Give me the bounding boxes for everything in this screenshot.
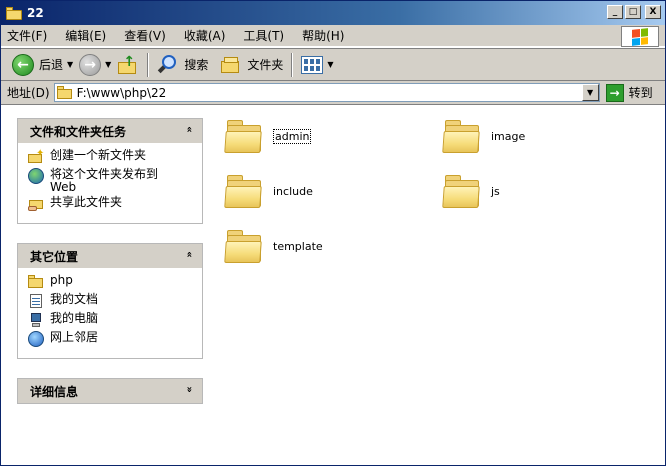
folder-icon bbox=[442, 173, 481, 209]
up-button[interactable]: ↑ bbox=[114, 52, 142, 78]
search-label: 搜索 bbox=[184, 58, 209, 72]
menu-file[interactable]: 文件(F) bbox=[7, 27, 47, 44]
other-places-header[interactable]: 其它位置 « bbox=[18, 244, 202, 268]
folder-item[interactable]: js bbox=[442, 173, 500, 209]
back-dropdown-icon[interactable]: ▼ bbox=[67, 60, 73, 69]
forward-dropdown-icon[interactable]: ▼ bbox=[105, 60, 111, 69]
title-bar[interactable]: 22 _ □ X bbox=[1, 1, 665, 25]
task-publish-web[interactable]: 将这个文件夹发布到 Web bbox=[28, 168, 202, 196]
network-places-icon bbox=[28, 331, 44, 347]
folder-up-icon: ↑ bbox=[117, 54, 139, 76]
menu-tools[interactable]: 工具(T) bbox=[243, 27, 284, 44]
folder-item[interactable]: template bbox=[224, 228, 323, 264]
folders-button[interactable]: 文件夹 bbox=[217, 52, 286, 78]
search-button[interactable]: 搜索 bbox=[154, 52, 211, 78]
details-panel: 详细信息 » bbox=[17, 378, 203, 404]
explorer-window: 22 _ □ X 文件(F) 编辑(E) 查看(V) 收藏(A) 工具(T) 帮… bbox=[0, 0, 666, 466]
views-button[interactable]: ▼ bbox=[298, 52, 336, 78]
menu-help[interactable]: 帮助(H) bbox=[302, 27, 344, 44]
go-arrow-icon: → bbox=[605, 83, 624, 102]
windows-logo bbox=[621, 26, 659, 47]
details-header[interactable]: 详细信息 » bbox=[18, 379, 202, 403]
file-tasks-list: ✦ 创建一个新文件夹 将这个文件夹发布到 Web 共享此文件夹 bbox=[18, 143, 202, 223]
collapse-icon[interactable]: « bbox=[183, 126, 194, 132]
back-button[interactable]: ← 后退 ▼ bbox=[9, 52, 76, 78]
place-network[interactable]: 网上邻居 bbox=[28, 331, 202, 350]
address-label: 地址(D) bbox=[7, 86, 50, 100]
address-bar: 地址(D) F:\www\php\22 ▼ → 转到 bbox=[1, 81, 665, 105]
folder-icon bbox=[442, 118, 481, 154]
place-label: 我的电脑 bbox=[50, 311, 99, 325]
toolbar-separator bbox=[291, 52, 294, 77]
windows-flag-icon bbox=[632, 27, 648, 46]
maximize-button[interactable]: □ bbox=[625, 5, 641, 19]
other-places-title: 其它位置 bbox=[30, 249, 79, 264]
forward-arrow-icon: → bbox=[79, 53, 102, 76]
place-label: 网上邻居 bbox=[50, 330, 99, 344]
folder-icon bbox=[6, 6, 22, 20]
toolbar-separator bbox=[147, 52, 150, 77]
task-pane: 文件和文件夹任务 « ✦ 创建一个新文件夹 将这个文件夹发布到 Web 共享此文… bbox=[1, 106, 213, 465]
share-folder-icon bbox=[28, 196, 44, 212]
views-dropdown-icon[interactable]: ▼ bbox=[327, 60, 333, 69]
folder-icon bbox=[224, 118, 263, 154]
back-arrow-icon: ← bbox=[12, 53, 34, 76]
place-my-documents[interactable]: 我的文档 bbox=[28, 293, 202, 312]
place-label: 我的文档 bbox=[50, 292, 99, 306]
window-controls: _ □ X bbox=[607, 5, 661, 19]
folder-label: include bbox=[273, 184, 313, 198]
publish-web-icon bbox=[28, 168, 44, 184]
go-button[interactable]: → 转到 bbox=[605, 83, 653, 102]
folder-label: admin bbox=[273, 128, 312, 144]
file-tasks-panel: 文件和文件夹任务 « ✦ 创建一个新文件夹 将这个文件夹发布到 Web 共享此文… bbox=[17, 118, 203, 224]
folder-item[interactable]: image bbox=[442, 118, 526, 154]
window-title: 22 bbox=[27, 6, 44, 20]
search-icon bbox=[157, 54, 179, 76]
my-computer-icon bbox=[28, 312, 44, 328]
place-my-computer[interactable]: 我的电脑 bbox=[28, 312, 202, 331]
close-button[interactable]: X bbox=[645, 5, 661, 19]
my-documents-icon bbox=[28, 293, 44, 309]
menu-edit[interactable]: 编辑(E) bbox=[65, 27, 106, 44]
file-tasks-title: 文件和文件夹任务 bbox=[30, 124, 127, 139]
new-folder-icon: ✦ bbox=[28, 148, 44, 165]
details-title: 详细信息 bbox=[30, 384, 79, 399]
menu-view[interactable]: 查看(V) bbox=[124, 27, 166, 44]
file-tasks-header[interactable]: 文件和文件夹任务 « bbox=[18, 119, 202, 143]
folder-icon bbox=[28, 274, 44, 290]
folder-icon bbox=[56, 86, 73, 99]
other-places-panel: 其它位置 « php 我的文档 我的电脑 网上邻居 bbox=[17, 243, 203, 359]
task-label: 将这个文件夹发布到 Web bbox=[50, 167, 159, 194]
task-label: 创建一个新文件夹 bbox=[50, 148, 147, 162]
address-input[interactable]: F:\www\php\22 ▼ bbox=[53, 83, 600, 102]
views-icon bbox=[301, 55, 324, 74]
task-share-folder[interactable]: 共享此文件夹 bbox=[28, 196, 202, 215]
place-label: php bbox=[50, 273, 73, 287]
folders-icon bbox=[220, 55, 242, 75]
other-places-list: php 我的文档 我的电脑 网上邻居 bbox=[18, 268, 202, 358]
menu-favorites[interactable]: 收藏(A) bbox=[184, 27, 226, 44]
folder-icon bbox=[224, 173, 263, 209]
folder-item[interactable]: include bbox=[224, 173, 313, 209]
folder-icon bbox=[224, 228, 263, 264]
main-area: 文件和文件夹任务 « ✦ 创建一个新文件夹 将这个文件夹发布到 Web 共享此文… bbox=[1, 106, 665, 465]
address-dropdown-button[interactable]: ▼ bbox=[581, 84, 599, 101]
folder-label: image bbox=[491, 129, 526, 143]
folder-item[interactable]: admin bbox=[224, 118, 312, 154]
minimize-button[interactable]: _ bbox=[607, 5, 623, 19]
expand-icon[interactable]: » bbox=[183, 386, 194, 392]
go-label: 转到 bbox=[628, 86, 653, 100]
folder-label: js bbox=[491, 184, 500, 198]
folder-label: template bbox=[273, 239, 323, 253]
back-label: 后退 bbox=[39, 58, 64, 72]
task-new-folder[interactable]: ✦ 创建一个新文件夹 bbox=[28, 148, 202, 168]
address-path[interactable]: F:\www\php\22 bbox=[77, 86, 167, 100]
forward-button[interactable]: → ▼ bbox=[76, 52, 114, 78]
toolbar: ← 后退 ▼ → ▼ ↑ 搜索 文件夹 ▼ bbox=[1, 48, 665, 81]
collapse-icon[interactable]: « bbox=[183, 251, 194, 257]
folders-label: 文件夹 bbox=[247, 58, 284, 72]
menu-bar: 文件(F) 编辑(E) 查看(V) 收藏(A) 工具(T) 帮助(H) bbox=[1, 25, 665, 47]
task-label: 共享此文件夹 bbox=[50, 195, 123, 209]
place-php[interactable]: php bbox=[28, 274, 202, 293]
